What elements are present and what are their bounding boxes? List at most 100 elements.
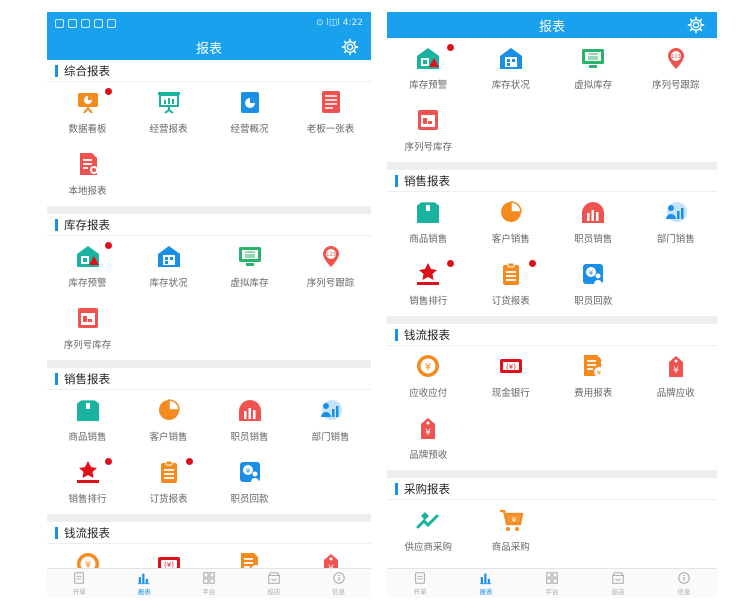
report-item-label: 库存状况 xyxy=(491,80,530,91)
report-item-label: 商品销售 xyxy=(68,432,107,443)
report-item[interactable]: ¥费用报表 xyxy=(209,544,290,568)
report-item[interactable]: 老板一张表 xyxy=(290,82,371,144)
report-item[interactable]: 库存预警 xyxy=(47,236,128,298)
report-item[interactable]: ¥应收应付 xyxy=(47,544,128,568)
report-list[interactable]: 库存预警 库存状况 虚拟库存 123 序列号跟踪 序列号库存 销售报表 商品销售 客户销售 职员销… xyxy=(387,38,717,568)
report-item-label: 职员销售 xyxy=(574,234,613,245)
report-item[interactable]: 经营报表 xyxy=(128,82,209,144)
info-icon xyxy=(678,572,690,584)
warehouse-icon xyxy=(157,246,180,267)
tab-platform[interactable]: 平台 xyxy=(519,569,585,598)
presentation-icon xyxy=(157,92,180,114)
report-item[interactable]: 123 序列号跟踪 xyxy=(635,38,718,100)
bar-chart-icon xyxy=(582,202,605,223)
cash-icon: (¥) xyxy=(157,557,180,568)
report-item[interactable]: 库存预警 xyxy=(387,38,470,100)
department-icon xyxy=(665,202,687,222)
report-item[interactable]: 职员销售 xyxy=(552,192,635,254)
report-item-label: 品牌预收 xyxy=(409,450,448,461)
tab-order[interactable]: 开单 xyxy=(47,569,112,598)
svg-text:¥: ¥ xyxy=(425,362,431,373)
report-grid: 供应商采购 ¥ 商品采购 xyxy=(387,500,717,562)
tab-label: 开单 xyxy=(413,588,427,596)
section-header: 销售报表 xyxy=(47,368,371,390)
gear-icon[interactable] xyxy=(341,38,359,56)
section-divider xyxy=(47,206,371,214)
phone-screen-left: ⊙ l◫l 4:22 报表 综合报表 数据看板 经营报表 经营概况 老板一张表 本地报表库… xyxy=(47,12,371,598)
tab-store-visit[interactable]: 巡店 xyxy=(585,569,651,598)
tab-reports[interactable]: 报表 xyxy=(112,569,177,598)
report-item[interactable]: 库存状况 xyxy=(470,38,553,100)
tab-platform[interactable]: 平台 xyxy=(177,569,242,598)
section-title: 采购报表 xyxy=(404,481,450,496)
svg-text:123: 123 xyxy=(326,252,336,258)
report-item[interactable]: 序列号库存 xyxy=(387,100,470,162)
coin-icon: ¥ xyxy=(76,553,99,568)
report-item[interactable]: (¥)现金银行 xyxy=(128,544,209,568)
report-item-label: 销售排行 xyxy=(409,296,448,307)
report-item[interactable]: 123 序列号跟踪 xyxy=(290,236,371,298)
tab-order[interactable]: 开单 xyxy=(387,569,453,598)
local-doc-icon xyxy=(79,153,98,175)
report-item[interactable]: 经营概况 xyxy=(209,82,290,144)
section-marker xyxy=(55,218,58,231)
svg-text:(¥): (¥) xyxy=(164,561,174,568)
tab-messages[interactable]: 信息 xyxy=(306,569,371,598)
bottom-tab-bar: 开单 报表 平台 巡店 信息 xyxy=(47,568,371,598)
gear-icon[interactable] xyxy=(687,16,705,34)
report-grid: 商品销售 客户销售 职员销售 部门销售销售排行 订货报表 ¥ 职员回款 xyxy=(387,192,717,316)
location-pin-icon: 123 xyxy=(322,246,339,267)
report-item[interactable]: ¥ 商品采购 xyxy=(470,500,553,562)
report-item[interactable]: 本地报表 xyxy=(47,144,128,206)
report-item[interactable]: ¥ 职员回款 xyxy=(552,254,635,316)
report-item[interactable]: (¥)现金银行 xyxy=(470,346,553,408)
order-doc-icon xyxy=(74,572,85,584)
report-item[interactable]: 商品销售 xyxy=(387,192,470,254)
section-marker xyxy=(55,64,58,77)
report-item-label: 虚拟库存 xyxy=(230,278,269,289)
report-item[interactable]: 序列号库存 xyxy=(47,298,128,360)
order-doc-icon xyxy=(415,572,425,584)
svg-text:¥: ¥ xyxy=(245,467,250,475)
tab-store-visit[interactable]: 巡店 xyxy=(241,569,306,598)
report-item[interactable]: 客户销售 xyxy=(128,390,209,452)
report-item[interactable]: ¥品牌应收 xyxy=(290,544,371,568)
tab-reports[interactable]: 报表 xyxy=(453,569,519,598)
report-item[interactable]: 虚拟库存 xyxy=(209,236,290,298)
report-item[interactable]: 库存状况 xyxy=(128,236,209,298)
coin-icon: ¥ xyxy=(417,355,440,377)
report-list[interactable]: 综合报表 数据看板 经营报表 经营概况 老板一张表 本地报表 库存报表 库存预警 库存状况 虚拟库… xyxy=(47,60,371,568)
tab-label: 巡店 xyxy=(611,588,625,596)
report-item[interactable]: ¥费用报表 xyxy=(552,346,635,408)
report-item[interactable]: 订货报表 xyxy=(128,452,209,514)
report-item[interactable]: 供应商采购 xyxy=(387,500,470,562)
status-bar: ⊙ l◫l 4:22 xyxy=(47,12,371,34)
report-item-label: 部门销售 xyxy=(311,432,350,443)
report-item-label: 经营概况 xyxy=(230,124,269,135)
svg-text:¥: ¥ xyxy=(425,428,431,438)
report-item-label: 订货报表 xyxy=(491,296,530,307)
report-item[interactable]: 订货报表 xyxy=(470,254,553,316)
report-item[interactable]: ¥ 品牌预收 xyxy=(387,408,470,470)
report-item[interactable]: 商品销售 xyxy=(47,390,128,452)
report-item[interactable]: 部门销售 xyxy=(635,192,718,254)
tab-label: 开单 xyxy=(72,588,86,596)
section-marker xyxy=(55,526,58,539)
report-item[interactable]: ¥应收应付 xyxy=(387,346,470,408)
price-tag-icon: ¥ xyxy=(668,356,683,377)
app-bar: 报表 xyxy=(387,12,717,38)
report-item[interactable]: ¥品牌应收 xyxy=(635,346,718,408)
report-item[interactable]: 部门销售 xyxy=(290,390,371,452)
report-item-label: 序列号库存 xyxy=(404,142,452,153)
tab-messages[interactable]: 信息 xyxy=(651,569,717,598)
report-item[interactable]: 虚拟库存 xyxy=(552,38,635,100)
tab-label: 巡店 xyxy=(267,588,281,596)
report-item[interactable]: 销售排行 xyxy=(47,452,128,514)
report-item[interactable]: 职员销售 xyxy=(209,390,290,452)
report-item[interactable]: 销售排行 xyxy=(387,254,470,316)
report-item[interactable]: ¥ 职员回款 xyxy=(209,452,290,514)
report-item[interactable]: 客户销售 xyxy=(470,192,553,254)
expense-doc-icon: ¥ xyxy=(584,355,605,377)
report-item-label: 客户销售 xyxy=(491,234,530,245)
report-item[interactable]: 数据看板 xyxy=(47,82,128,144)
